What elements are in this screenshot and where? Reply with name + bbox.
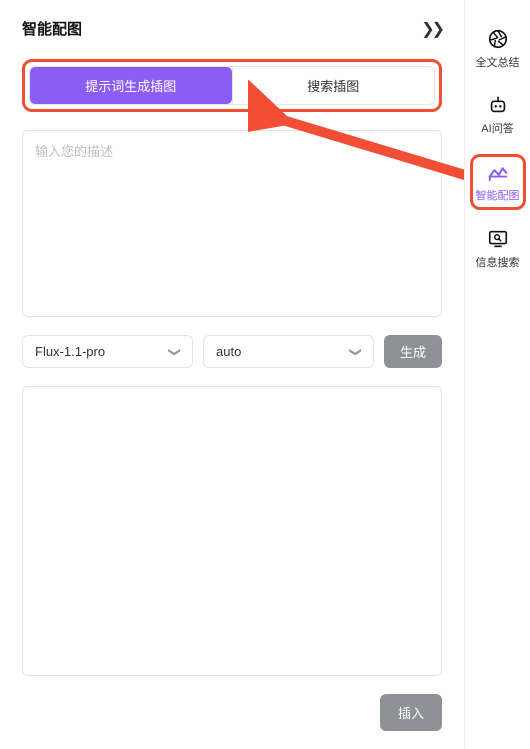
prompt-input-box[interactable] [22, 130, 442, 317]
sidebar-item-label: 智能配图 [476, 187, 520, 203]
tabs-highlight: 提示词生成插图 搜索插图 [22, 59, 442, 112]
prompt-input[interactable] [35, 141, 429, 301]
tab-search[interactable]: 搜索插图 [232, 67, 435, 104]
sidebar-item-label: AI问答 [481, 120, 513, 136]
search-screen-icon [487, 228, 509, 250]
preview-area [22, 386, 442, 676]
chevron-down-icon: ❯ [168, 346, 182, 356]
sidebar-item-label: 全文总结 [476, 54, 520, 70]
aspect-select[interactable]: auto ❯ [203, 335, 374, 368]
sidebar-item-search[interactable]: 信息搜索 [470, 222, 526, 276]
model-select-value: Flux-1.1-pro [35, 344, 105, 359]
chevron-down-icon: ❯ [349, 346, 363, 356]
tab-generate[interactable]: 提示词生成插图 [30, 67, 232, 104]
robot-icon [487, 94, 509, 116]
sidebar-item-image[interactable]: 智能配图 [470, 154, 526, 210]
aspect-select-value: auto [216, 344, 241, 359]
image-chart-icon [487, 161, 509, 183]
right-sidebar: 全文总结 AI问答 智能配图 [464, 0, 530, 749]
sidebar-item-qa[interactable]: AI问答 [470, 88, 526, 142]
panel-header: 智能配图 ❯❯ [22, 18, 442, 39]
sidebar-item-label: 信息搜索 [476, 254, 520, 270]
sidebar-item-summary[interactable]: 全文总结 [470, 22, 526, 76]
generate-button[interactable]: 生成 [384, 335, 442, 368]
panel-title: 智能配图 [22, 18, 82, 39]
tabs: 提示词生成插图 搜索插图 [29, 66, 435, 105]
collapse-icon[interactable]: ❯❯ [421, 19, 442, 39]
aperture-icon [487, 28, 509, 50]
model-select[interactable]: Flux-1.1-pro ❯ [22, 335, 193, 368]
insert-button[interactable]: 插入 [380, 694, 442, 731]
